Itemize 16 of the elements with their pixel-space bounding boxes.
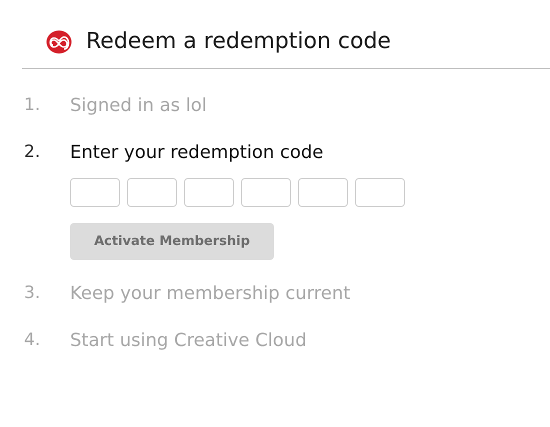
step-number: 3. xyxy=(24,282,42,305)
code-field[interactable] xyxy=(241,178,291,207)
step-number: 2. xyxy=(24,140,42,164)
step-label: Signed in as lol xyxy=(70,94,207,118)
step-number: 1. xyxy=(24,94,42,117)
code-field[interactable] xyxy=(127,178,177,207)
page-title: Redeem a redemption code xyxy=(86,31,391,53)
code-field[interactable] xyxy=(298,178,348,207)
step-label: Keep your membership current xyxy=(70,282,350,306)
code-field[interactable] xyxy=(70,178,120,207)
code-field[interactable] xyxy=(355,178,405,207)
cloud-logo-icon xyxy=(46,30,72,54)
step-label: Start using Creative Cloud xyxy=(70,329,307,353)
code-field[interactable] xyxy=(184,178,234,207)
step-number: 4. xyxy=(24,328,42,352)
step-label: Enter your redemption code xyxy=(70,141,324,165)
